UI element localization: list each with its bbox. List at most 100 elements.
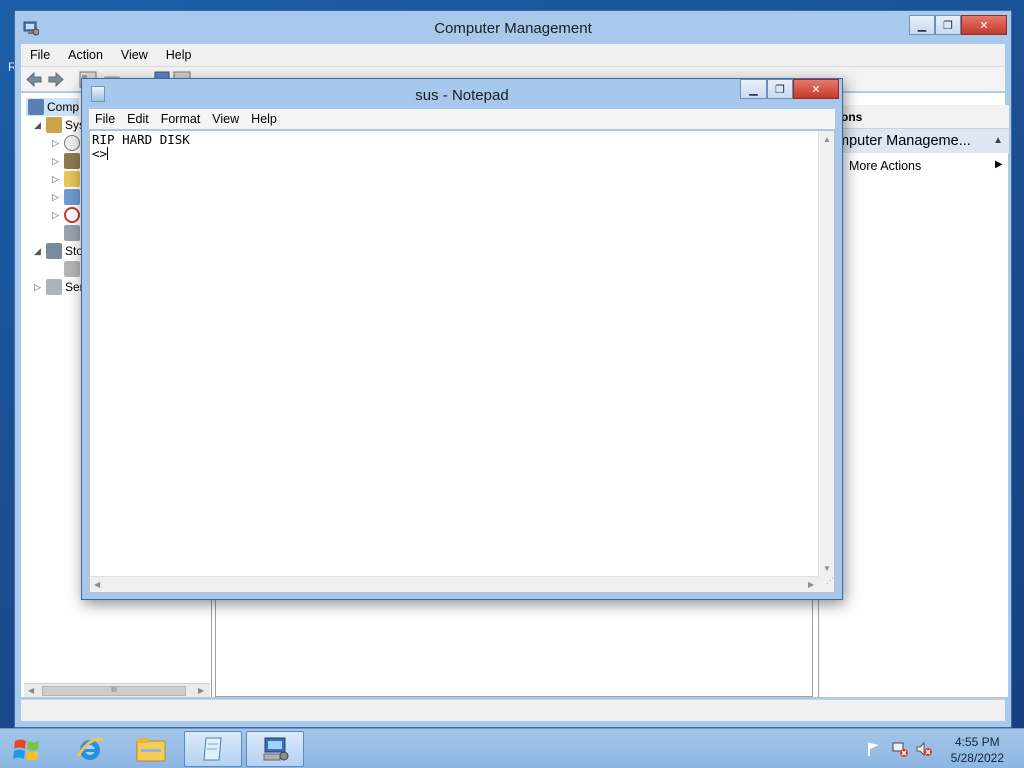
collapse-up-icon[interactable]: ▲ [993,129,1003,153]
performance-icon [64,207,80,223]
tree-item-task-scheduler[interactable]: ▷ [52,134,83,152]
notepad-window-title: sus - Notepad [415,87,509,104]
forward-arrow-icon[interactable] [47,71,65,88]
restore-icon: ❐ [943,19,953,32]
taskbar-notepad[interactable] [184,731,242,767]
taskbar-file-explorer[interactable] [122,731,180,767]
maximize-button[interactable]: ❐ [767,79,793,99]
event-viewer-icon [64,153,80,169]
back-arrow-icon[interactable] [25,71,43,88]
tree-item-label: Comp [47,100,80,114]
minimize-button[interactable]: ▁ [909,15,935,35]
minimize-icon: ▁ [749,83,758,96]
actions-section-label: mputer Manageme... [837,133,971,149]
menu-file[interactable]: File [89,112,121,126]
taskbar: 4:55 PM 5/28/2022 [0,728,1024,768]
expanded-arrow-icon[interactable]: ◢ [34,120,44,131]
scroll-left-icon[interactable]: ◀ [94,580,100,589]
cm-title-bar[interactable]: Computer Management ▁ ❐ ✕ [15,11,1011,43]
menu-file[interactable]: File [21,48,59,62]
cm-caption-buttons: ▁ ❐ ✕ [909,15,1007,35]
tree-item-computer-management[interactable]: Comp [26,98,80,116]
internet-explorer-icon [76,737,104,760]
system-clock[interactable]: 4:55 PM 5/28/2022 [951,734,1004,766]
maximize-button[interactable]: ❐ [935,15,961,35]
tree-horizontal-scrollbar[interactable]: ◀ III ▶ [24,683,210,697]
close-icon: ✕ [811,83,821,96]
scroll-right-icon[interactable]: ▶ [198,686,204,695]
disk-management-icon [64,261,80,277]
restore-icon: ❐ [775,83,785,96]
tree-item-disk-management[interactable] [52,260,83,278]
scroll-up-icon[interactable]: ▲ [823,135,831,144]
device-manager-icon [64,225,80,241]
system-tools-icon [46,117,62,133]
expanded-arrow-icon[interactable]: ◢ [34,246,44,257]
cm-window-title: Computer Management [434,20,592,37]
horizontal-scrollbar[interactable]: ◀ ▶ [90,576,820,592]
scroll-down-icon[interactable]: ▼ [823,564,831,573]
menu-view[interactable]: View [112,48,157,62]
tree-item-performance[interactable]: ▷ [52,206,83,224]
text-caret [107,147,109,160]
text-line-1: RIP HARD DISK [92,132,190,147]
menu-help[interactable]: Help [157,48,201,62]
collapsed-arrow-icon[interactable]: ▷ [52,156,62,167]
tree-item-storage[interactable]: ◢ Sto [34,242,83,260]
menu-help[interactable]: Help [245,112,283,126]
volume-muted-icon[interactable] [916,741,932,757]
close-button[interactable]: ✕ [961,15,1007,35]
cm-menu-bar: File Action View Help [21,44,1005,66]
local-users-icon [64,189,80,205]
tree-item-shared-folders[interactable]: ▷ [52,170,83,188]
more-actions-item[interactable]: More Actions [849,159,921,173]
scroll-left-icon[interactable]: ◀ [28,686,34,695]
tree-item-device-manager[interactable] [52,224,83,242]
actions-header: ons [819,105,1009,129]
notepad-title-bar[interactable]: sus - Notepad ▁ ❐ ✕ [82,79,842,109]
file-explorer-icon [136,738,166,762]
scroll-thumb[interactable]: III [42,686,186,696]
windows-logo-icon [13,739,39,761]
notepad-content[interactable]: RIP HARD DISK <> [92,133,190,161]
collapsed-arrow-icon[interactable]: ▷ [52,192,62,203]
collapsed-arrow-icon[interactable]: ▷ [52,138,62,149]
vertical-scrollbar[interactable]: ▲ ▼ [818,131,834,578]
collapsed-arrow-icon[interactable]: ▷ [52,210,62,221]
collapsed-arrow-icon[interactable]: ▷ [52,174,62,185]
minimize-button[interactable]: ▁ [740,79,767,99]
notepad-window: sus - Notepad ▁ ❐ ✕ File Edit Format Vie… [81,78,843,600]
tree-item-event-viewer[interactable]: ▷ [52,152,83,170]
scroll-right-icon[interactable]: ▶ [808,580,814,589]
cm-status-bar [21,699,1005,721]
submenu-arrow-icon: ▶ [995,159,1003,170]
actions-pane: ons mputer Manageme... ▲ More Actions ▶ [818,105,1009,697]
text-line-2: <> [92,146,108,161]
notepad-icon [203,737,222,761]
tree-item-services[interactable]: ▷ Ser [34,278,84,296]
taskbar-internet-explorer[interactable] [61,731,119,767]
clock-time: 4:55 PM [954,735,1000,749]
services-icon [46,279,62,295]
network-disconnected-icon[interactable] [892,741,908,757]
close-button[interactable]: ✕ [793,79,839,99]
actions-section-computer-management[interactable]: mputer Manageme... ▲ [819,129,1009,153]
notepad-menu-bar: File Edit Format View Help [89,109,835,129]
close-icon: ✕ [979,19,989,32]
taskbar-computer-management[interactable] [246,731,304,767]
tree-item-system-tools[interactable]: ◢ Sys [34,116,85,134]
notepad-caption-buttons: ▁ ❐ ✕ [740,79,839,99]
start-button[interactable] [6,735,48,765]
computer-management-icon [263,737,289,761]
resize-grip-icon[interactable]: ⋰ [818,576,834,592]
clock-date: 5/28/2022 [950,751,1004,765]
menu-edit[interactable]: Edit [121,112,155,126]
menu-format[interactable]: Format [155,112,207,126]
menu-action[interactable]: Action [59,48,112,62]
notepad-text-area[interactable]: RIP HARD DISK <> ▲ ▼ ◀ ▶ ⋰ [89,130,835,593]
action-center-flag-icon[interactable] [866,741,882,757]
collapsed-arrow-icon[interactable]: ▷ [34,282,44,293]
menu-view[interactable]: View [206,112,245,126]
tree-item-local-users[interactable]: ▷ [52,188,83,206]
minimize-icon: ▁ [917,19,927,32]
